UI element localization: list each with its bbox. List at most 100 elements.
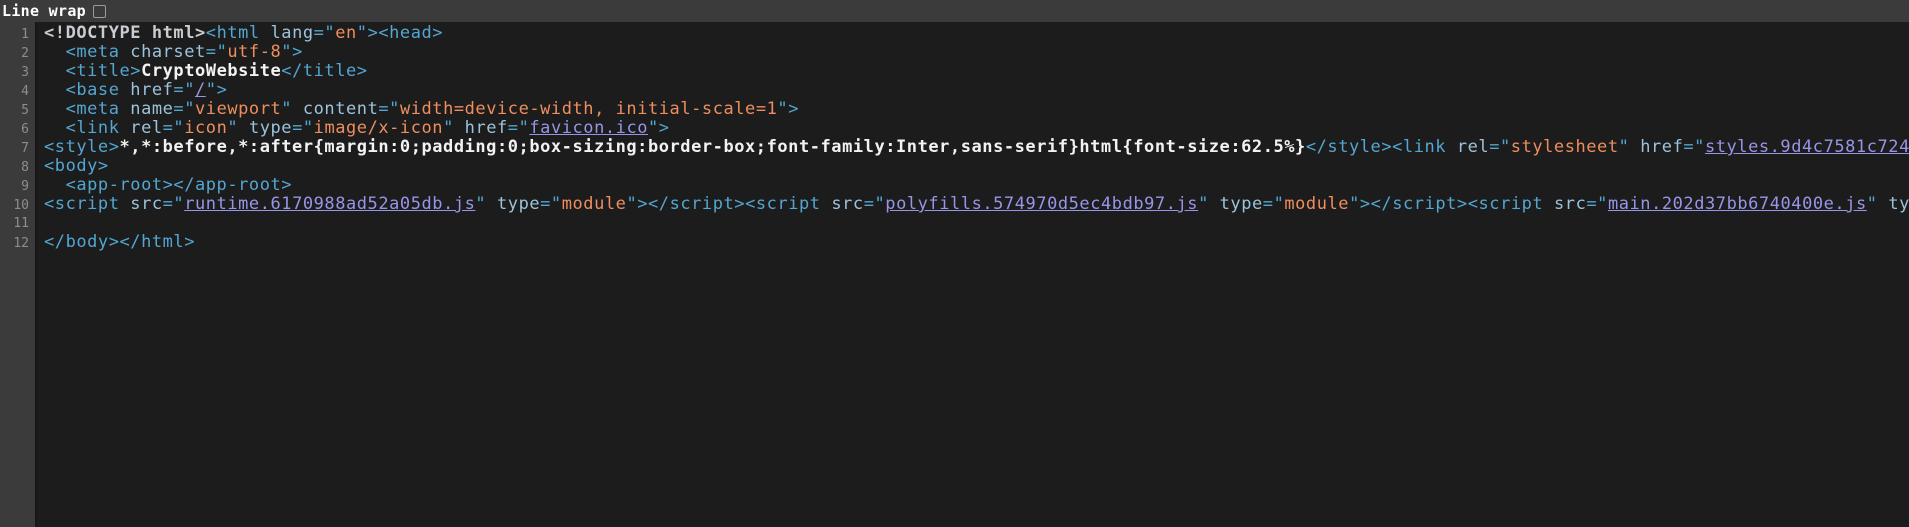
- line-number: 4: [0, 82, 35, 101]
- line-number: 8: [0, 158, 35, 177]
- token-tag: =": [173, 100, 195, 119]
- token-attr: content: [303, 100, 379, 119]
- line-number: 10: [0, 196, 35, 215]
- token-txt: *,*:before,*:after{margin:0;padding:0;bo…: [120, 138, 1306, 157]
- token-doc: <!DOCTYPE html>: [44, 24, 206, 43]
- source-link[interactable]: favicon.ico: [529, 119, 648, 138]
- token-tag: ">: [281, 43, 303, 62]
- code-line: 1<!DOCTYPE html><html lang="en"><head>: [0, 24, 1909, 43]
- token-tag: ": [1867, 195, 1889, 214]
- source-link[interactable]: main.202d37bb6740400e.js: [1608, 195, 1867, 214]
- token-attr: rel: [1457, 138, 1489, 157]
- token-tag: =": [378, 100, 400, 119]
- token-tag: <app-root></app-root>: [44, 176, 292, 195]
- source-link[interactable]: runtime.6170988ad52a05db.js: [184, 195, 475, 214]
- token-attr: href: [465, 119, 508, 138]
- line-number: 6: [0, 120, 35, 139]
- code-text: <style>*,*:before,*:after{margin:0;paddi…: [35, 138, 1909, 157]
- token-tag: ">: [648, 119, 670, 138]
- token-attr: href: [130, 81, 173, 100]
- line-wrap-label-text: Line wrap: [2, 2, 86, 20]
- code-text: <meta charset="utf-8">: [35, 43, 1909, 62]
- token-val: module: [1284, 195, 1349, 214]
- token-tag: =": [1263, 195, 1285, 214]
- token-tag: </title>: [281, 62, 367, 81]
- token-tag: =": [292, 119, 314, 138]
- view-source-page: { "toolbar": { "line_wrap_label": "Line …: [0, 0, 1909, 527]
- line-number: 3: [0, 63, 35, 82]
- code-line: 9 <app-root></app-root>: [0, 176, 1909, 195]
- token-val: stylesheet: [1511, 138, 1619, 157]
- token-tag: =": [1586, 195, 1608, 214]
- token-tag: =": [864, 195, 886, 214]
- token-attr: src: [130, 195, 162, 214]
- token-tag: "><head>: [357, 24, 443, 43]
- code-line: 8 <body>: [0, 157, 1909, 176]
- code-text: <title>CryptoWebsite</title>: [35, 62, 1909, 81]
- line-number: 9: [0, 177, 35, 196]
- token-tag: <script: [44, 195, 130, 214]
- token-attr: lang: [271, 24, 314, 43]
- code-text: <script src="runtime.6170988ad52a05db.js…: [35, 195, 1909, 214]
- token-attr: src: [831, 195, 863, 214]
- line-number: 11: [0, 214, 35, 233]
- token-attr: type: [497, 195, 540, 214]
- token-tag: <meta: [44, 100, 130, 119]
- token-tag: "></script><script: [1349, 195, 1554, 214]
- token-tag: =": [206, 43, 228, 62]
- line-number: 1: [0, 25, 35, 44]
- token-val: utf-8: [227, 43, 281, 62]
- line-number: 12: [0, 234, 35, 253]
- code-text: <app-root></app-root>: [35, 176, 1909, 195]
- token-attr: type: [1220, 195, 1263, 214]
- token-txt: CryptoWebsite: [141, 62, 281, 81]
- token-tag: <html: [206, 24, 271, 43]
- token-attr: name: [130, 100, 173, 119]
- token-tag: ": [281, 100, 303, 119]
- line-wrap-checkbox[interactable]: [93, 5, 106, 18]
- token-tag: =": [1683, 138, 1705, 157]
- source-link[interactable]: polyfills.574970d5ec4bdb97.js: [885, 195, 1198, 214]
- token-attr: rel: [130, 119, 162, 138]
- token-tag: ": [475, 195, 497, 214]
- code-line: 4 <base href="/">: [0, 81, 1909, 100]
- token-tag: =": [163, 119, 185, 138]
- line-number: 2: [0, 44, 35, 63]
- token-tag: <title>: [44, 62, 141, 81]
- token-attr: ty: [1888, 195, 1909, 214]
- code-line: 6 <link rel="icon" type="image/x-icon" h…: [0, 119, 1909, 138]
- token-val: module: [562, 195, 627, 214]
- token-tag: ">: [206, 81, 228, 100]
- line-number: 5: [0, 101, 35, 120]
- code-text: <body>: [35, 157, 1909, 176]
- code-line: 10<script src="runtime.6170988ad52a05db.…: [0, 195, 1909, 214]
- token-attr: src: [1554, 195, 1586, 214]
- token-attr: charset: [130, 43, 206, 62]
- line-number: 7: [0, 139, 35, 158]
- token-tag: =": [508, 119, 530, 138]
- code-text: <!DOCTYPE html><html lang="en"><head>: [35, 24, 1909, 43]
- token-tag: <meta: [44, 43, 130, 62]
- token-tag: ": [1198, 195, 1220, 214]
- code-line: 11: [0, 214, 1909, 233]
- token-tag: "></script><script: [626, 195, 831, 214]
- token-tag: =": [1489, 138, 1511, 157]
- source-lines: 1<!DOCTYPE html><html lang="en"><head>2 …: [0, 22, 1909, 252]
- token-tag: =": [163, 195, 185, 214]
- source-link[interactable]: styles.9d4c7581c724: [1705, 138, 1909, 157]
- code-line: 5 <meta name="viewport" content="width=d…: [0, 100, 1909, 119]
- code-text: </body></html>: [35, 233, 1909, 252]
- code-text: <base href="/">: [35, 81, 1909, 100]
- token-attr: href: [1640, 138, 1683, 157]
- code-line: 7<style>*,*:before,*:after{margin:0;padd…: [0, 138, 1909, 157]
- token-tag: <body>: [44, 157, 109, 176]
- line-wrap-toolbar: Line wrap: [0, 0, 1909, 22]
- source-link[interactable]: /: [195, 81, 206, 100]
- token-val: width=device-width, initial-scale=1: [400, 100, 777, 119]
- code-text: <meta name="viewport" content="width=dev…: [35, 100, 1909, 119]
- token-tag: </style><link: [1306, 138, 1457, 157]
- line-wrap-label[interactable]: Line wrap: [2, 2, 106, 20]
- token-val: icon: [184, 119, 227, 138]
- code-line: 12</body></html>: [0, 233, 1909, 252]
- code-line: 3 <title>CryptoWebsite</title>: [0, 62, 1909, 81]
